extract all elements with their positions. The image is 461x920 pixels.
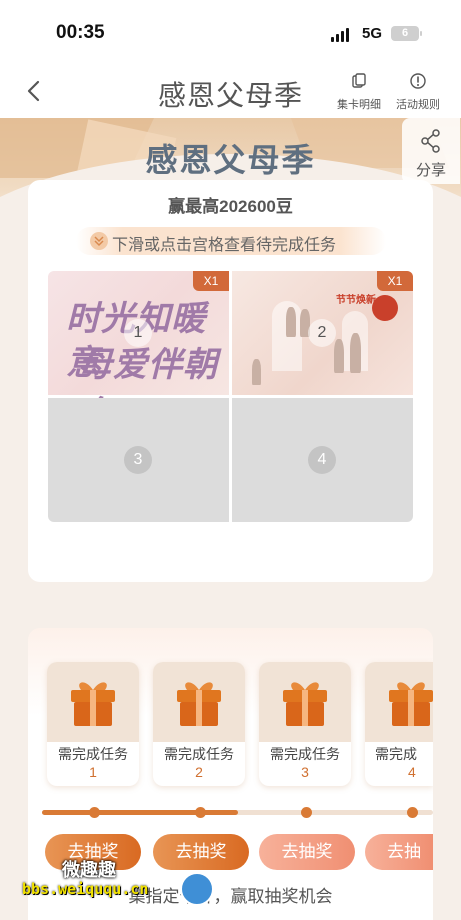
- card-number: 4: [308, 446, 336, 474]
- prize-item[interactable]: 需完成任务 3: [259, 662, 351, 786]
- prize-number: 2: [195, 764, 203, 780]
- figure-illustration: [350, 333, 361, 373]
- watermark-url: bbs.weiququ.cn: [22, 880, 149, 898]
- banner-title: 感恩父母季: [145, 142, 316, 178]
- card-collection-panel: 赢最高202600豆 下滑或点击宫格查看待完成任务 时光知暖意 母爱伴朝夕 1 …: [28, 180, 433, 582]
- card-cell-4[interactable]: 4: [232, 398, 413, 522]
- card-grid: 时光知暖意 母爱伴朝夕 1 X1 节节焕新 2 X1 3 4: [48, 271, 413, 522]
- status-bar: 00:35 5G 6: [0, 0, 461, 66]
- figure-illustration: [252, 359, 261, 385]
- info-icon: [410, 73, 426, 89]
- card-count-badge: X1: [377, 271, 413, 291]
- prize-item[interactable]: 需完成任务 2: [153, 662, 245, 786]
- watermark-text: 微趣趣: [62, 860, 116, 880]
- prize-label: 需完成任务: [164, 746, 234, 762]
- card-cell-1[interactable]: 时光知暖意 母爱伴朝夕 1 X1: [48, 271, 229, 433]
- signal-icon: [331, 28, 349, 42]
- card-cell-2[interactable]: 节节焕新 2 X1: [232, 271, 413, 395]
- draw-button-4[interactable]: 去抽: [365, 834, 433, 870]
- figure-illustration: [334, 339, 344, 373]
- network-label: 5G: [362, 25, 383, 42]
- prize-label: 需完成任务: [270, 746, 340, 762]
- hint-text: 下滑或点击宫格查看待完成任务: [112, 237, 337, 254]
- status-time: 00:35: [56, 22, 105, 43]
- reward-subtitle: 赢最高202600豆: [168, 197, 293, 216]
- gift-icon: [71, 682, 115, 726]
- watermark-avatar: [180, 872, 214, 906]
- battery-icon: 6: [391, 26, 422, 41]
- card-count-badge: X1: [193, 271, 229, 291]
- prize-number: 3: [301, 764, 309, 780]
- gift-icon: [389, 682, 433, 726]
- card-details-button[interactable]: 集卡明细: [331, 72, 387, 112]
- card-details-label: 集卡明细: [337, 99, 381, 111]
- draw-button-3[interactable]: 去抽奖: [259, 834, 355, 870]
- share-label: 分享: [415, 162, 446, 179]
- prize-number: 4: [408, 764, 416, 780]
- prize-label: 需完成任务: [58, 746, 128, 762]
- prize-item[interactable]: 需完成 4: [365, 662, 433, 786]
- progress-dot: [195, 807, 206, 818]
- card-cell-3[interactable]: 3: [48, 398, 229, 522]
- figure-illustration: [286, 307, 296, 337]
- logo-seal: [372, 295, 398, 321]
- gift-icon: [177, 682, 221, 726]
- rules-button[interactable]: 活动规则: [390, 72, 446, 112]
- progress-dot: [301, 807, 312, 818]
- progress-dot: [89, 807, 100, 818]
- progress-fill: [42, 810, 238, 815]
- hint-banner[interactable]: 下滑或点击宫格查看待完成任务: [76, 227, 386, 255]
- card-number: 1: [124, 319, 152, 347]
- prize-item[interactable]: 需完成任务 1: [47, 662, 139, 786]
- prize-label: 需完成: [375, 746, 417, 762]
- rules-label: 活动规则: [396, 99, 440, 111]
- nav-bar: 感恩父母季 集卡明细 活动规则: [0, 66, 461, 118]
- double-chevron-down-icon: [90, 232, 108, 250]
- gift-icon: [283, 682, 327, 726]
- card-art-caption: 节节焕新: [336, 295, 376, 306]
- progress-dot: [407, 807, 418, 818]
- card-number: 2: [308, 319, 336, 347]
- prize-number: 1: [89, 764, 97, 780]
- share-button[interactable]: 分享: [402, 118, 460, 184]
- watermark: 微趣趣 bbs.weiququ.cn: [22, 856, 214, 920]
- share-icon: [421, 129, 440, 153]
- card-number: 3: [124, 446, 152, 474]
- cards-icon: [352, 73, 366, 88]
